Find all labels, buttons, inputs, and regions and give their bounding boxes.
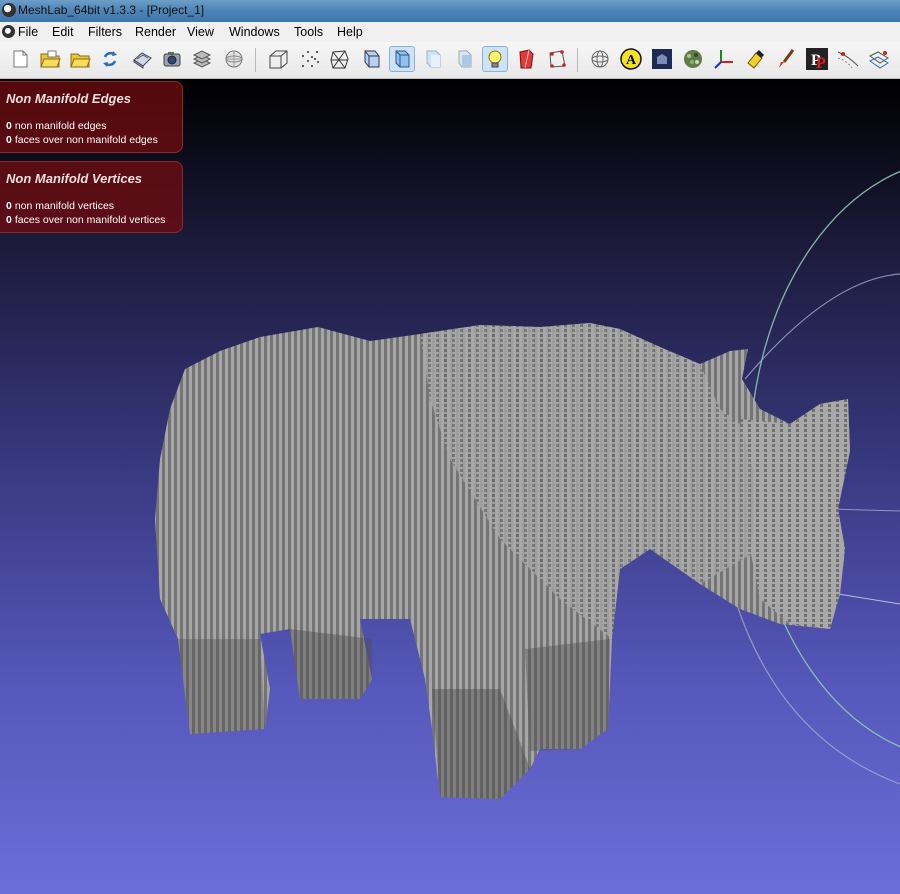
row-text: non manifold edges (14, 120, 107, 132)
open-project-icon[interactable] (37, 46, 63, 72)
toolbar-separator (255, 48, 256, 72)
non-manifold-vertices-panel: Non Manifold Vertices 0 non manifold vert… (0, 161, 183, 233)
row-text: non manifold vertices (14, 200, 115, 212)
document-icon[interactable] (2, 25, 15, 38)
open-mesh-icon[interactable] (67, 46, 93, 72)
flat-lines-icon[interactable] (389, 46, 415, 72)
wireframe-icon[interactable] (327, 46, 353, 72)
menu-windows[interactable]: Windows (229, 25, 280, 39)
align-icon[interactable] (866, 46, 892, 72)
hidden-lines-icon[interactable] (358, 46, 384, 72)
row-count: 0 (6, 200, 12, 212)
menu-render[interactable]: Render (135, 25, 176, 39)
axis-icon[interactable] (711, 46, 737, 72)
rhino-leg-front-right (525, 639, 610, 751)
decoration-icon[interactable] (221, 46, 247, 72)
meshlab-app-icon (2, 3, 16, 17)
points-icon[interactable] (297, 46, 323, 72)
paint-icon[interactable] (742, 46, 768, 72)
color-icon[interactable] (680, 46, 706, 72)
menu-bar: File Edit Filters Render View Windows To… (0, 22, 900, 42)
reload-icon[interactable] (97, 46, 123, 72)
snapshot-icon[interactable] (159, 46, 185, 72)
svg-text:A: A (626, 53, 637, 68)
window-title: MeshLab_64bit v1.3.3 - [Project_1] (18, 3, 205, 17)
pick-points-icon[interactable]: PP (804, 46, 830, 72)
bounding-box-icon[interactable] (265, 46, 291, 72)
panel-row: 0 non manifold vertices (6, 200, 114, 212)
3d-viewport[interactable]: Non Manifold Edges 0 non manifold edges 0… (0, 79, 900, 894)
menu-tools[interactable]: Tools (294, 25, 323, 39)
double-side-icon[interactable] (513, 46, 539, 72)
new-file-icon[interactable] (7, 46, 33, 72)
row-count: 0 (6, 214, 12, 226)
lighting-icon[interactable] (482, 46, 508, 72)
panel-title: Non Manifold Edges (6, 91, 131, 106)
menu-filters[interactable]: Filters (88, 25, 122, 39)
rhino-leg-back (178, 639, 265, 734)
panel-row: 0 faces over non manifold vertices (6, 214, 165, 226)
row-count: 0 (6, 134, 12, 146)
panel-row: 0 non manifold edges (6, 120, 107, 132)
smooth-icon[interactable] (451, 46, 477, 72)
toolbar-separator (577, 48, 578, 72)
shade-icon[interactable] (649, 46, 675, 72)
menu-edit[interactable]: Edit (52, 25, 74, 39)
annotation-icon[interactable]: A (618, 46, 644, 72)
menu-file[interactable]: File (18, 25, 38, 39)
trackball-ring-horizontal (744, 273, 900, 380)
svg-text:P: P (816, 55, 826, 71)
texture-icon[interactable] (544, 46, 570, 72)
row-text: faces over non manifold vertices (14, 214, 166, 226)
main-toolbar: A PP (0, 42, 900, 79)
window-titlebar[interactable]: MeshLab_64bit v1.3.3 - [Project_1] (0, 0, 900, 22)
non-manifold-edges-panel: Non Manifold Edges 0 non manifold edges 0… (0, 81, 183, 153)
layers-icon[interactable] (189, 46, 215, 72)
trackball-icon[interactable] (587, 46, 613, 72)
row-text: faces over non manifold edges (14, 134, 158, 146)
menu-view[interactable]: View (187, 25, 214, 39)
panel-title: Non Manifold Vertices (6, 171, 143, 186)
rhino-leg-back-right (290, 629, 372, 699)
rhino-mesh[interactable] (155, 323, 850, 799)
trackball-axis-line (829, 508, 900, 512)
panel-row: 0 faces over non manifold edges (6, 134, 158, 146)
export-icon[interactable] (129, 46, 155, 72)
row-count: 0 (6, 120, 12, 132)
brush-icon[interactable] (773, 46, 799, 72)
menu-help[interactable]: Help (337, 25, 363, 39)
flat-icon[interactable] (420, 46, 446, 72)
measure-icon[interactable] (835, 46, 861, 72)
